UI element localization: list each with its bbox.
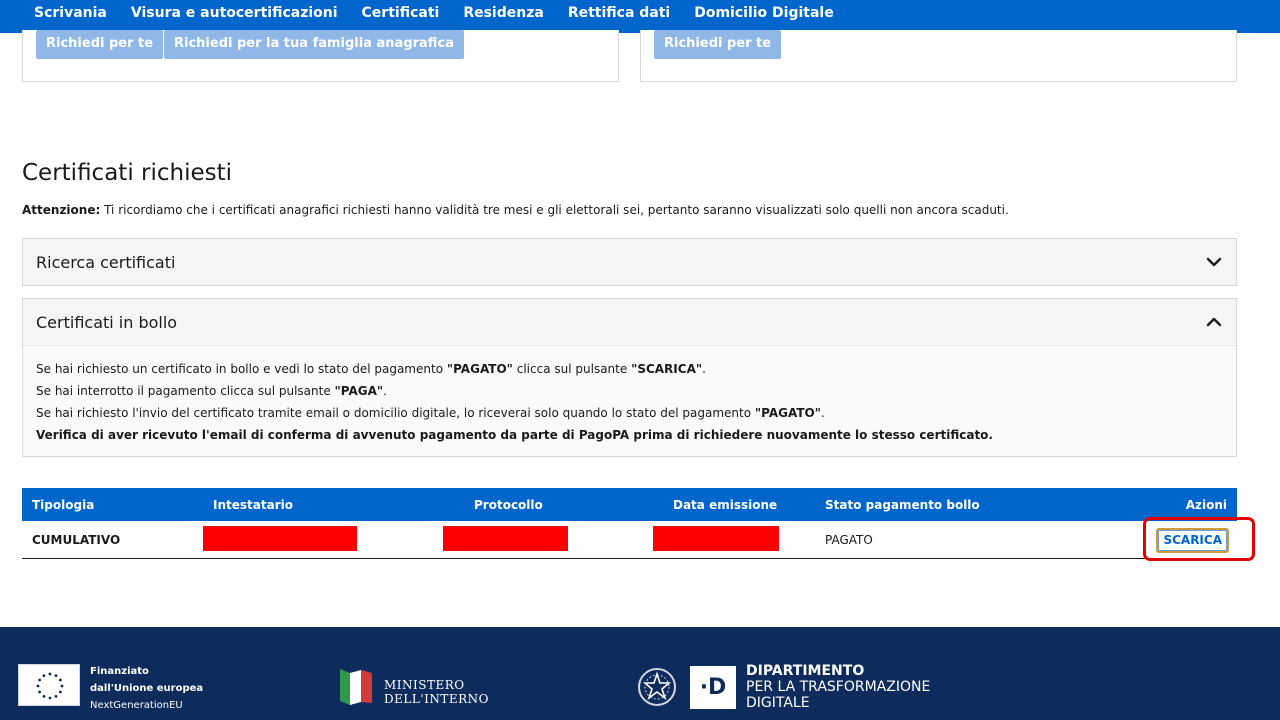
col-data-emissione: Data emissione — [673, 498, 778, 512]
notice-text: Ti ricordiamo che i certificati anagrafi… — [100, 203, 1009, 217]
table-row: CUMULATIVO PAGATO SCARICA — [22, 521, 1237, 559]
eu-flag-icon — [18, 664, 80, 706]
nav-item-scrivania[interactable]: Scrivania — [22, 0, 119, 33]
notice-label: Attenzione: — [22, 203, 101, 217]
request-self-button[interactable]: Richiedi per te — [36, 30, 164, 59]
instruction-line-1: Se hai richiesto un certificato in bollo… — [36, 362, 706, 376]
request-family-button[interactable]: Richiedi per la tua famiglia anagrafica — [164, 30, 464, 59]
dtd-logo-icon: ·D — [690, 666, 736, 709]
chevron-up-icon[interactable] — [1206, 314, 1222, 330]
validity-notice: Attenzione: Ti ricordiamo che i certific… — [22, 203, 1009, 217]
certificate-card-right: Richiedi per te — [640, 30, 1237, 82]
col-intestatario: Intestatario — [213, 498, 293, 512]
cell-tipologia: CUMULATIVO — [32, 533, 121, 547]
stamp-certificates-accordion: Certificati in bollo Se hai richiesto un… — [22, 298, 1237, 457]
search-certificates-accordion: Ricerca certificati — [22, 238, 1237, 286]
instruction-line-3: Se hai richiesto l'invio del certificato… — [36, 406, 825, 420]
stamp-accordion-title: Certificati in bollo — [36, 312, 178, 332]
col-tipologia: Tipologia — [32, 498, 95, 512]
stamp-accordion-body: Se hai richiesto un certificato in bollo… — [23, 345, 1236, 456]
instruction-line-4: Verifica di aver ricevuto l'email di con… — [36, 428, 993, 442]
chevron-down-icon[interactable] — [1206, 254, 1222, 270]
page-title: Certificati richiesti — [22, 160, 233, 186]
certificate-card-left: Richiedi per te Richiedi per la tua fami… — [22, 30, 619, 82]
col-stato-pagamento: Stato pagamento bollo — [825, 498, 980, 512]
ministero-text: MINISTERO DELL'INTERNO — [384, 678, 489, 706]
redacted-data-emissione — [653, 526, 779, 551]
col-protocollo: Protocollo — [474, 498, 543, 512]
nav-item-certificati[interactable]: Certificati — [349, 0, 452, 33]
stamp-accordion-header[interactable]: Certificati in bollo — [23, 299, 1236, 345]
request-self-button-right[interactable]: Richiedi per te — [654, 30, 782, 59]
redacted-protocollo — [443, 526, 568, 551]
nav-item-rettifica-dati[interactable]: Rettifica dati — [556, 0, 682, 33]
eu-funding-text: Finanziato dall'Unione europea NextGener… — [90, 666, 204, 711]
col-azioni: Azioni — [1185, 498, 1227, 512]
top-nav: Scrivania Visura e autocertificazioni Ce… — [0, 0, 1280, 33]
dtd-text: DIPARTIMENTO PER LA TRASFORMAZIONE DIGIT… — [746, 663, 931, 711]
instruction-line-2: Se hai interrotto il pagamento clicca su… — [36, 384, 387, 398]
redacted-intestatario — [203, 526, 357, 551]
certificates-table: Tipologia Intestatario Protocollo Data e… — [22, 488, 1237, 559]
republic-emblem-icon — [636, 665, 678, 709]
nav-item-residenza[interactable]: Residenza — [451, 0, 556, 33]
cell-stato: PAGATO — [825, 533, 873, 547]
search-accordion-header[interactable]: Ricerca certificati — [23, 239, 1236, 285]
nav-item-visura[interactable]: Visura e autocertificazioni — [119, 0, 350, 33]
search-accordion-title: Ricerca certificati — [36, 252, 176, 272]
ministero-logo-icon — [337, 665, 375, 707]
table-header: Tipologia Intestatario Protocollo Data e… — [22, 488, 1237, 521]
download-button[interactable]: SCARICA — [1156, 528, 1229, 553]
nav-item-domicilio-digitale[interactable]: Domicilio Digitale — [682, 0, 846, 33]
